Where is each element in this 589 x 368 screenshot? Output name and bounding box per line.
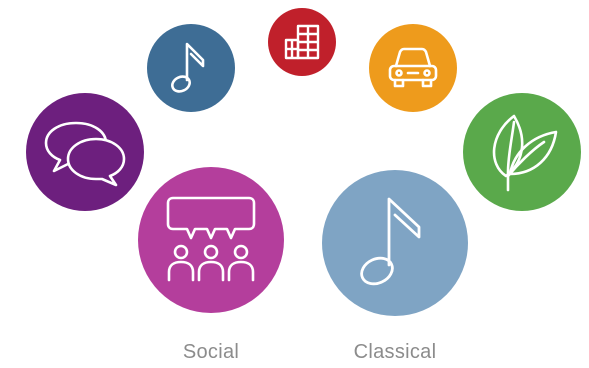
group-speech-icon [166,196,256,282]
classical-label: Classical [353,341,437,363]
category-bubbles: Social Classical [0,0,589,368]
city-buildings-icon [284,24,320,60]
music-bubble[interactable] [147,24,235,112]
classical-bubble[interactable] [322,170,468,316]
chat-bubble[interactable] [26,93,144,211]
nature-bubble[interactable] [463,93,581,211]
music-note-icon [171,42,205,93]
car-icon [388,47,438,88]
social-label: Social [182,341,240,363]
car-bubble[interactable] [369,24,457,112]
city-bubble[interactable] [268,8,336,76]
social-bubble[interactable] [138,167,284,313]
chat-bubbles-icon [44,121,126,187]
leaf-icon [492,114,558,192]
music-note-icon [360,197,421,286]
